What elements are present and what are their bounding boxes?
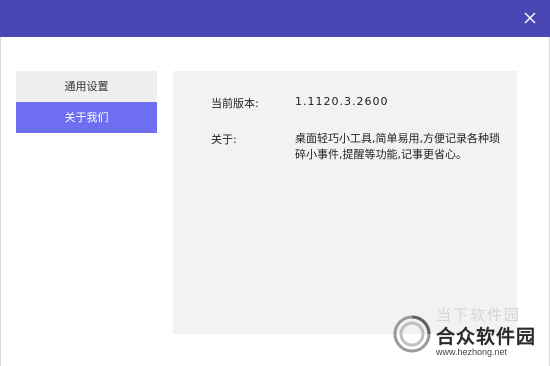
about-description: 桌面轻巧小工具,简单易用,方便记录各种琐碎小事件,提醒等功能,记事更省心。: [295, 132, 500, 161]
watermark: 当下软件园 合众软件园 www.hezhong.net: [392, 304, 542, 362]
sidebar-item-general-settings[interactable]: 通用设置: [16, 71, 157, 102]
watermark-site-name: 合众软件园: [436, 326, 537, 348]
sidebar-item-about-us[interactable]: 关于我们: [16, 102, 157, 133]
title-bar: [0, 0, 550, 37]
close-icon: [524, 12, 536, 24]
watermark-logo-icon: [392, 314, 432, 354]
about-label: 关于:: [211, 133, 237, 146]
version-label: 当前版本:: [211, 97, 259, 110]
watermark-url: www.hezhong.net: [436, 347, 508, 357]
about-panel: 当前版本: 1.1120.3.2600 关于: 桌面轻巧小工具,简单易用,方便记…: [173, 71, 517, 334]
version-value: 1.1120.3.2600: [295, 95, 389, 108]
close-button[interactable]: [518, 6, 542, 30]
settings-sidebar: 通用设置 关于我们: [16, 71, 157, 133]
